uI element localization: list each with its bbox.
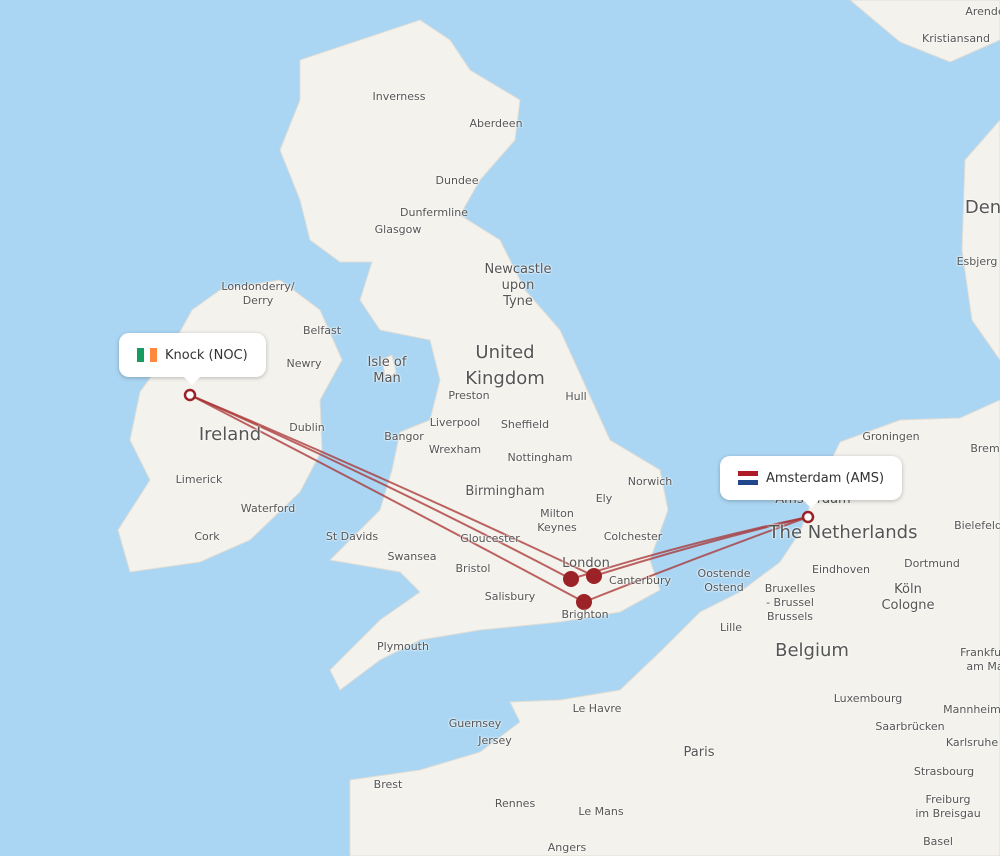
map-place-label: Bangor — [384, 430, 424, 443]
map-place-label: Belfast — [302, 324, 342, 337]
map-place-label: United Kingdom — [465, 342, 545, 389]
map-place-label: Dortmund — [904, 557, 960, 570]
map-place-label: Wrexham — [428, 443, 482, 456]
map-place-label: St Davids — [325, 530, 379, 543]
map-place-label: Brem — [970, 442, 1000, 455]
map-place-label: Jersey — [478, 734, 512, 747]
map-place-label: Birmingham — [465, 484, 545, 499]
map-place-label: Plymouth — [377, 640, 429, 653]
map-place-label: Lille — [719, 621, 743, 634]
map-place-label: Oostende Ostend — [697, 567, 751, 594]
map-place-label: Ely — [595, 492, 613, 505]
map-place-label: Dublin — [289, 421, 325, 434]
map-place-label: Köln Cologne — [881, 582, 935, 613]
map-place-label: Isle of Man — [367, 355, 407, 386]
map-place-label: Glasgow — [374, 223, 422, 236]
map-place-label: Dunfermline — [400, 206, 468, 219]
map-place-label: Bielefeld — [954, 519, 1000, 532]
map-place-label: Limerick — [175, 473, 223, 486]
map-place-label: Saarbrücken — [875, 720, 945, 733]
map-place-label: Dundee — [435, 174, 479, 187]
map-place-label: Arende — [965, 5, 1000, 18]
destination-callout[interactable]: Amsterdam (AMS) — [720, 456, 903, 508]
map-place-label: Karlsruhe — [945, 736, 999, 749]
map-place-label: London — [562, 556, 610, 571]
map-place-label: Basel — [923, 835, 953, 848]
map-place-label: Liverpool — [429, 416, 481, 429]
map-place-label: The Netherlands — [768, 522, 918, 543]
map-place-label: Rennes — [494, 797, 536, 810]
map-place-label: Colchester — [603, 530, 663, 543]
map-place-label: Frankfurt am Ma — [960, 646, 1000, 673]
map-place-label: Gloucester — [460, 532, 520, 545]
origin-label: Knock (NOC) — [165, 347, 248, 363]
knock-airport-marker[interactable] — [183, 388, 197, 402]
map-place-label: Waterford — [240, 502, 296, 515]
map-place-label: Angers — [547, 841, 587, 854]
map-place-label: Groningen — [862, 430, 920, 443]
map-place-label: Canterbury — [609, 574, 671, 587]
map-place-label: Belgium — [775, 640, 849, 661]
map-place-label: Den — [964, 197, 1000, 218]
map-place-label: Freiburg im Breisgau — [915, 793, 981, 820]
map-place-label: Hull — [565, 390, 587, 403]
map-place-label: Bruxelles - Brussel Brussels — [764, 582, 816, 623]
denmark-landmass — [961, 119, 1000, 361]
map-place-label: Bristol — [455, 562, 491, 575]
map-place-label: Norwich — [627, 475, 673, 488]
origin-callout[interactable]: Knock (NOC) — [119, 333, 266, 385]
map-place-label: Nottingham — [507, 451, 573, 464]
map-place-label: Inverness — [372, 90, 426, 103]
ireland-flag-icon — [137, 348, 158, 362]
map-place-label: Mannheim — [943, 703, 1000, 716]
map-place-label: Newcastle upon Tyne — [484, 262, 552, 309]
map-place-label: Strasbourg — [913, 765, 975, 778]
map-place-label: Milton Keynes — [537, 507, 577, 534]
map-place-label: Brest — [373, 778, 403, 791]
map-place-label: Le Mans — [578, 805, 624, 818]
map-place-label: Eindhoven — [812, 563, 870, 576]
route-map[interactable]: United Kingdom Ireland Belgium The Netherla… — [0, 0, 1000, 856]
map-place-label: Guernsey — [448, 717, 502, 730]
map-place-label: Newry — [286, 357, 322, 370]
map-place-label: Swansea — [387, 550, 437, 563]
map-place-label: Cork — [194, 530, 220, 543]
map-place-label: Le Havre — [572, 702, 622, 715]
map-place-label: Salisbury — [484, 590, 536, 603]
map-place-label: Aberdeen — [469, 117, 523, 130]
connecting-airport-marker[interactable] — [563, 571, 579, 587]
map-place-label: Brighton — [561, 608, 609, 621]
map-place-label: Paris — [683, 745, 715, 760]
map-place-label: Ireland — [198, 424, 262, 445]
map-place-label: Luxembourg — [833, 692, 903, 705]
map-place-label: Londonderry/ Derry — [221, 280, 295, 307]
map-place-label: Kristiansand — [921, 32, 991, 45]
netherlands-flag-icon — [738, 471, 758, 486]
map-place-label: Preston — [448, 389, 490, 402]
map-place-label: Esbjerg — [956, 255, 998, 268]
map-place-label: Sheffield — [500, 418, 550, 431]
destination-label: Amsterdam (AMS) — [766, 470, 885, 486]
